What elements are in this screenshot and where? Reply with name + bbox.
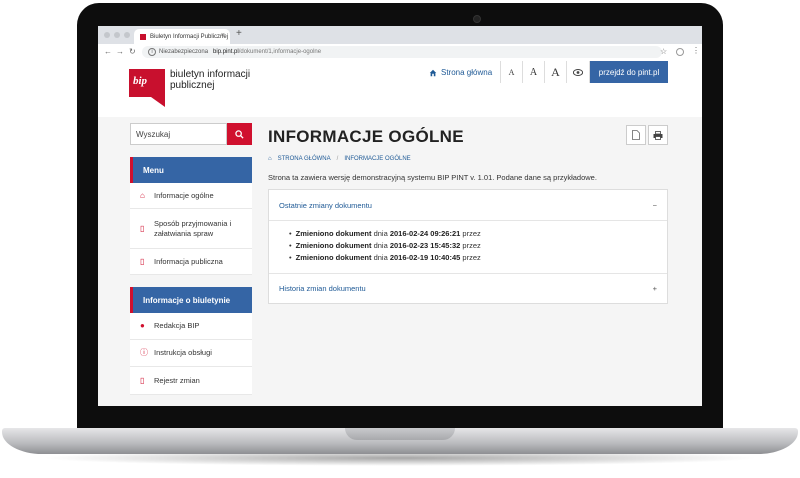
home-icon xyxy=(429,69,437,76)
browser-menu-icon[interactable]: ⋮ xyxy=(692,46,700,55)
home-link[interactable]: Strona główna xyxy=(429,68,492,77)
website: bip biuletyn informacji publicznej Stron… xyxy=(98,61,702,406)
list-item: Zmieniono dokument dnia 2016-02-24 09:26… xyxy=(289,229,657,238)
recent-changes-header[interactable]: Ostatnie zmiany dokumentu − xyxy=(269,190,667,220)
bookmark-star-icon[interactable]: ☆ xyxy=(660,47,667,56)
search-button[interactable] xyxy=(227,123,252,145)
recent-changes-list: Zmieniono dokument dnia 2016-02-24 09:26… xyxy=(269,220,667,273)
font-small-button[interactable]: A xyxy=(500,61,522,83)
sidebar-item-instrukcja[interactable]: ⓘ Instrukcja obsługi xyxy=(130,340,252,367)
window-controls[interactable] xyxy=(104,32,130,38)
history-header[interactable]: Historia zmian dokumentu + xyxy=(269,273,667,303)
browser-tabbar: Biuletyn Informacji Publicznej × + xyxy=(98,26,702,44)
laptop-notch xyxy=(345,428,455,440)
back-icon[interactable]: ← xyxy=(104,47,112,56)
font-medium-button[interactable]: A xyxy=(522,61,544,83)
document-icon: ▯ xyxy=(140,375,145,385)
search-icon xyxy=(235,129,244,139)
reload-icon[interactable]: ↻ xyxy=(129,47,136,56)
home-icon: ⌂ xyxy=(140,190,145,200)
about-heading: Informacje o biuletynie xyxy=(130,287,252,313)
url-path: /dokument/1,informacje-ogolne xyxy=(238,49,322,55)
address-bar: ← → ↻ i Niezabezpieczona bip.pint.pl/dok… xyxy=(98,44,702,62)
forward-icon[interactable]: → xyxy=(116,47,124,56)
document-icon: ▯ xyxy=(140,223,145,233)
sidebar-item-informacja-publiczna[interactable]: ▯ Informacja publiczna xyxy=(130,249,252,275)
sidebar-item-sposob-przyjmowania[interactable]: ▯ Sposób przyjmowania i załatwiania spra… xyxy=(130,209,252,249)
expand-icon[interactable]: + xyxy=(653,284,657,293)
pdf-icon xyxy=(632,130,640,140)
menu-heading: Menu xyxy=(130,157,252,183)
favicon-icon xyxy=(140,33,146,40)
site-name: biuletyn informacji publicznej xyxy=(170,69,251,91)
bip-logo[interactable]: bip xyxy=(129,69,165,107)
home-icon: ⌂ xyxy=(268,156,272,162)
collapse-icon[interactable]: − xyxy=(653,201,657,210)
sidebar-item-redakcja[interactable]: ● Redakcja BIP xyxy=(130,313,252,340)
pdf-button[interactable] xyxy=(626,125,646,145)
page-title: INFORMACJE OGÓLNE xyxy=(268,127,464,146)
font-large-button[interactable]: A xyxy=(544,61,566,83)
breadcrumb: ⌂ STRONA GŁÓWNA / INFORMACJE OGÓLNE xyxy=(268,156,411,162)
extension-icon[interactable] xyxy=(676,48,684,56)
print-icon xyxy=(653,130,663,140)
document-icon: ▯ xyxy=(140,256,145,266)
url-field[interactable]: i Niezabezpieczona bip.pint.pl/dokument/… xyxy=(142,46,662,58)
site-header: bip biuletyn informacji publicznej Stron… xyxy=(98,61,702,117)
url-host: bip.pint.pl xyxy=(213,49,239,55)
breadcrumb-current[interactable]: INFORMACJE OGÓLNE xyxy=(344,156,410,162)
intro-text: Strona ta zawiera wersję demonstracyjną … xyxy=(268,173,597,182)
pint-link-button[interactable]: przejdź do pint.pl xyxy=(590,61,668,83)
security-label: Niezabezpieczona xyxy=(159,49,209,55)
tab-title: Biuletyn Informacji Publicznej xyxy=(150,33,229,40)
new-tab-button[interactable]: + xyxy=(236,28,242,39)
user-icon: ● xyxy=(140,321,145,330)
print-button[interactable] xyxy=(648,125,668,145)
sidebar-item-informacje-ogolne[interactable]: ⌂ Informacje ogólne xyxy=(130,183,252,209)
recent-changes-panel: Ostatnie zmiany dokumentu − Zmieniono do… xyxy=(268,189,668,304)
browser-tab[interactable]: Biuletyn Informacji Publicznej × xyxy=(134,29,230,44)
info-icon: ⓘ xyxy=(140,348,148,357)
list-item: Zmieniono dokument dnia 2016-02-23 15:45… xyxy=(289,241,657,250)
camera xyxy=(473,15,481,23)
main-content: INFORMACJE OGÓLNE ⌂ STRONA GŁÓWNA / INFO… xyxy=(268,123,670,406)
sidebar-item-rejestr[interactable]: ▯ Rejestr zmian xyxy=(130,367,252,395)
tab-close-icon[interactable]: × xyxy=(221,32,225,39)
contrast-button[interactable] xyxy=(566,61,590,83)
screen: Biuletyn Informacji Publicznej × + ← → ↻… xyxy=(98,26,702,406)
search-input[interactable]: Wyszukaj xyxy=(130,123,227,145)
list-item: Zmieniono dokument dnia 2016-02-19 10:40… xyxy=(289,253,657,262)
eye-icon xyxy=(573,68,583,76)
breadcrumb-home[interactable]: STRONA GŁÓWNA xyxy=(278,156,331,162)
info-icon[interactable]: i xyxy=(148,48,156,56)
